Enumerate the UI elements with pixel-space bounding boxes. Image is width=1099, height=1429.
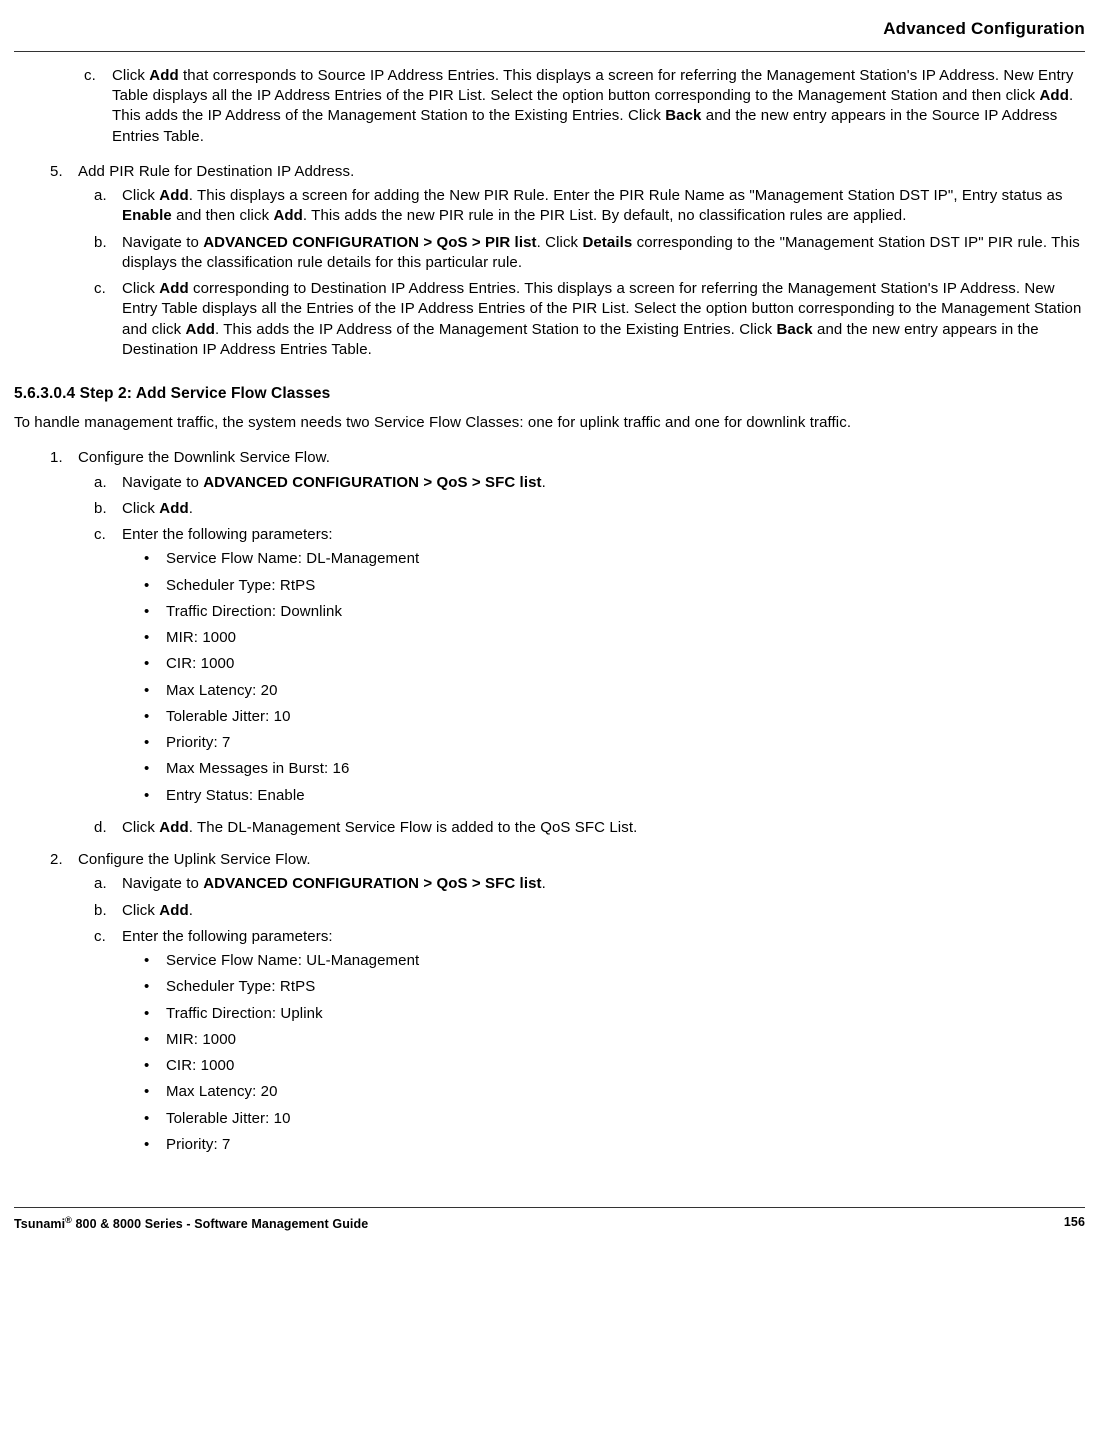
step5-b: b. Navigate to ADVANCED CONFIGURATION > … — [94, 233, 1085, 274]
prior-substeps: c. Click Add that corresponds to Source … — [68, 66, 1085, 147]
param-item: •Priority: 7 — [144, 733, 1085, 753]
param-item: •Tolerable Jitter: 10 — [144, 707, 1085, 727]
substep-c-source-ip: c. Click Add that corresponds to Source … — [84, 66, 1085, 147]
header-text: Advanced Configuration — [883, 19, 1085, 38]
sfc-steps: 1. Configure the Downlink Service Flow. … — [50, 448, 1085, 1167]
marker: c. — [84, 66, 112, 147]
step5-a: a. Click Add. This displays a screen for… — [94, 186, 1085, 227]
uplink-b: b. Click Add. — [94, 901, 1085, 921]
param-item: •Max Latency: 20 — [144, 1082, 1085, 1102]
section-heading: 5.6.3.0.4 Step 2: Add Service Flow Class… — [14, 384, 1085, 405]
param-item: •Scheduler Type: RtPS — [144, 576, 1085, 596]
page-header: Advanced Configuration — [14, 18, 1085, 51]
uplink-params: •Service Flow Name: UL-Management •Sched… — [122, 951, 1085, 1155]
substep-text: Click Add that corresponds to Source IP … — [112, 66, 1085, 147]
uplink-subs: a. Navigate to ADVANCED CONFIGURATION > … — [78, 874, 1085, 1161]
uplink-c: c. Enter the following parameters: •Serv… — [94, 927, 1085, 1161]
param-item: •Traffic Direction: Uplink — [144, 1004, 1085, 1024]
step5-subs: a. Click Add. This displays a screen for… — [78, 186, 1085, 360]
param-item: •Scheduler Type: RtPS — [144, 977, 1085, 997]
downlink-c: c. Enter the following parameters: •Serv… — [94, 525, 1085, 812]
param-item: •Service Flow Name: DL-Management — [144, 549, 1085, 569]
footer-left: Tsunami® 800 & 8000 Series - Software Ma… — [14, 1214, 368, 1233]
downlink-subs: a. Navigate to ADVANCED CONFIGURATION > … — [78, 473, 1085, 839]
param-item: •Priority: 7 — [144, 1135, 1085, 1155]
param-item: •CIR: 1000 — [144, 1056, 1085, 1076]
param-item: •Service Flow Name: UL-Management — [144, 951, 1085, 971]
downlink-params: •Service Flow Name: DL-Management •Sched… — [122, 549, 1085, 806]
header-rule — [14, 51, 1085, 52]
step5-c: c. Click Add corresponding to Destinatio… — [94, 279, 1085, 360]
step-text: Add PIR Rule for Destination IP Address.… — [78, 162, 1085, 366]
section-intro: To handle management traffic, the system… — [14, 413, 1085, 433]
step-2-uplink: 2. Configure the Uplink Service Flow. a.… — [50, 850, 1085, 1167]
uplink-a: a. Navigate to ADVANCED CONFIGURATION > … — [94, 874, 1085, 894]
registered-mark: ® — [65, 1215, 72, 1225]
param-item: •Max Messages in Burst: 16 — [144, 759, 1085, 779]
param-item: •Traffic Direction: Downlink — [144, 602, 1085, 622]
downlink-b: b. Click Add. — [94, 499, 1085, 519]
top-steps: 5. Add PIR Rule for Destination IP Addre… — [50, 162, 1085, 366]
step-1-downlink: 1. Configure the Downlink Service Flow. … — [50, 448, 1085, 844]
param-item: •MIR: 1000 — [144, 628, 1085, 648]
param-item: •Max Latency: 20 — [144, 681, 1085, 701]
step-5: 5. Add PIR Rule for Destination IP Addre… — [50, 162, 1085, 366]
param-item: •CIR: 1000 — [144, 654, 1085, 674]
page-footer: Tsunami® 800 & 8000 Series - Software Ma… — [14, 1207, 1085, 1233]
page-number: 156 — [1064, 1214, 1085, 1233]
downlink-d: d. Click Add. The DL-Management Service … — [94, 818, 1085, 838]
param-item: •Entry Status: Enable — [144, 786, 1085, 806]
param-item: •MIR: 1000 — [144, 1030, 1085, 1050]
downlink-a: a. Navigate to ADVANCED CONFIGURATION > … — [94, 473, 1085, 493]
marker: 5. — [50, 162, 78, 366]
param-item: •Tolerable Jitter: 10 — [144, 1109, 1085, 1129]
